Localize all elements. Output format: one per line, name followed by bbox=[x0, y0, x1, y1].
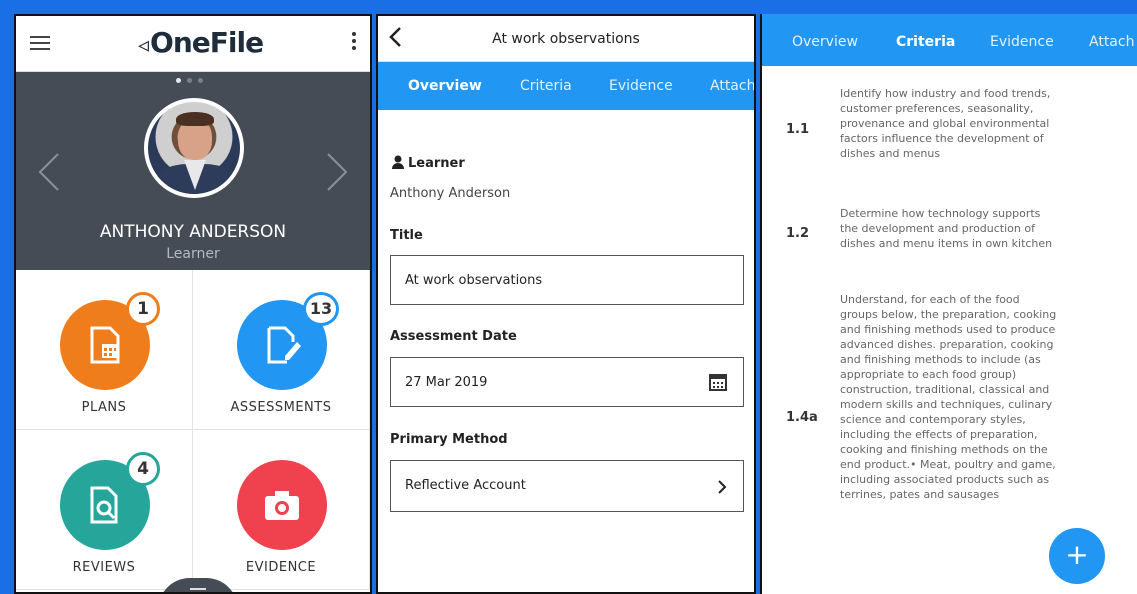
assessment-date-label: Assessment Date bbox=[390, 329, 517, 344]
plans-label: PLANS bbox=[81, 400, 127, 415]
calendar-icon[interactable] bbox=[709, 373, 727, 391]
criterion-text: Understand, for each of the food groups b… bbox=[840, 293, 1057, 501]
overview-panel: At work observations Overview Criteria E… bbox=[376, 14, 756, 594]
chevron-right-icon bbox=[718, 480, 727, 494]
tab-attachments[interactable]: Attach bbox=[710, 78, 754, 94]
assessments-badge: 13 bbox=[303, 292, 339, 326]
calendar-document-icon bbox=[90, 326, 120, 364]
evidence-label: EVIDENCE bbox=[245, 560, 317, 575]
criterion-id: 1.1 bbox=[786, 122, 810, 137]
title-field-value: At work observations bbox=[405, 273, 543, 288]
evidence-circle bbox=[237, 460, 327, 550]
dashboard-panel: ◃OneFile ANTHONY ANDERSON Learner 1 PLAN… bbox=[14, 14, 372, 594]
evidence-tile[interactable]: EVIDENCE bbox=[193, 430, 370, 590]
reviews-tile[interactable]: 4 REVIEWS bbox=[16, 430, 193, 590]
assessment-date-field[interactable]: 27 Mar 2019 bbox=[390, 357, 744, 407]
learner-label: Learner bbox=[408, 156, 465, 171]
tab-overview[interactable]: Overview bbox=[408, 78, 482, 94]
assessment-date-value: 27 Mar 2019 bbox=[405, 375, 488, 390]
tab-overview[interactable]: Overview bbox=[792, 34, 858, 50]
detail-app-bar: At work observations bbox=[378, 16, 754, 62]
tab-attachments[interactable]: Attach bbox=[1089, 34, 1134, 50]
criteria-panel: Overview Criteria Evidence Attach 1.1 Id… bbox=[760, 14, 1137, 594]
criteria-tabs: Overview Criteria Evidence Attach bbox=[762, 14, 1137, 66]
more-options-icon[interactable] bbox=[352, 32, 356, 53]
assessments-tile[interactable]: 13 ASSESSMENTS bbox=[193, 270, 370, 430]
brand-name: OneFile bbox=[150, 26, 264, 59]
plans-badge: 1 bbox=[126, 292, 160, 326]
criterion-id: 1.4a bbox=[786, 410, 818, 425]
app-bar: ◃OneFile bbox=[16, 16, 370, 72]
criterion-text: Determine how technology supports the dev… bbox=[840, 207, 1053, 250]
learner-name: Anthony Anderson bbox=[390, 186, 511, 201]
edit-document-icon bbox=[267, 326, 301, 364]
primary-method-label: Primary Method bbox=[390, 432, 508, 447]
primary-method-select[interactable]: Reflective Account bbox=[390, 460, 744, 512]
camera-icon bbox=[265, 491, 299, 520]
criterion-id: 1.2 bbox=[786, 226, 810, 241]
carousel-dots bbox=[176, 78, 203, 83]
title-field[interactable]: At work observations bbox=[390, 255, 744, 305]
avatar bbox=[144, 98, 244, 198]
profile-name: ANTHONY ANDERSON bbox=[99, 222, 287, 242]
add-button[interactable]: + bbox=[1049, 528, 1105, 584]
detail-tabs: Overview Criteria Evidence Attach bbox=[378, 62, 754, 110]
detail-title: At work observations bbox=[492, 31, 640, 47]
chevron-left-icon[interactable] bbox=[38, 152, 60, 192]
chevron-right-icon[interactable] bbox=[326, 152, 348, 192]
menu-icon[interactable] bbox=[30, 36, 50, 50]
primary-method-value: Reflective Account bbox=[405, 478, 526, 493]
reviews-badge: 4 bbox=[126, 452, 160, 486]
search-document-icon bbox=[90, 486, 118, 524]
tab-criteria[interactable]: Criteria bbox=[520, 78, 572, 94]
assessments-label: ASSESSMENTS bbox=[230, 400, 332, 415]
plans-tile[interactable]: 1 PLANS bbox=[16, 270, 193, 430]
tab-evidence[interactable]: Evidence bbox=[609, 78, 673, 94]
tab-criteria[interactable]: Criteria bbox=[896, 34, 955, 50]
criterion-text: Identify how industry and food trends, cu… bbox=[840, 87, 1051, 160]
dashboard-grid: 1 PLANS 13 ASSESSMENTS 4 REVIEWS EVIDENC… bbox=[16, 270, 370, 592]
screenshot-stage: ◃OneFile ANTHONY ANDERSON Learner 1 PLAN… bbox=[0, 0, 1137, 594]
reviews-label: REVIEWS bbox=[72, 560, 136, 575]
profile-header: ANTHONY ANDERSON Learner bbox=[16, 72, 370, 270]
person-icon bbox=[392, 155, 404, 169]
profile-role: Learner bbox=[166, 246, 220, 262]
title-label: Title bbox=[390, 228, 423, 243]
brand-logo: ◃OneFile bbox=[138, 26, 264, 59]
tab-evidence[interactable]: Evidence bbox=[990, 34, 1054, 50]
